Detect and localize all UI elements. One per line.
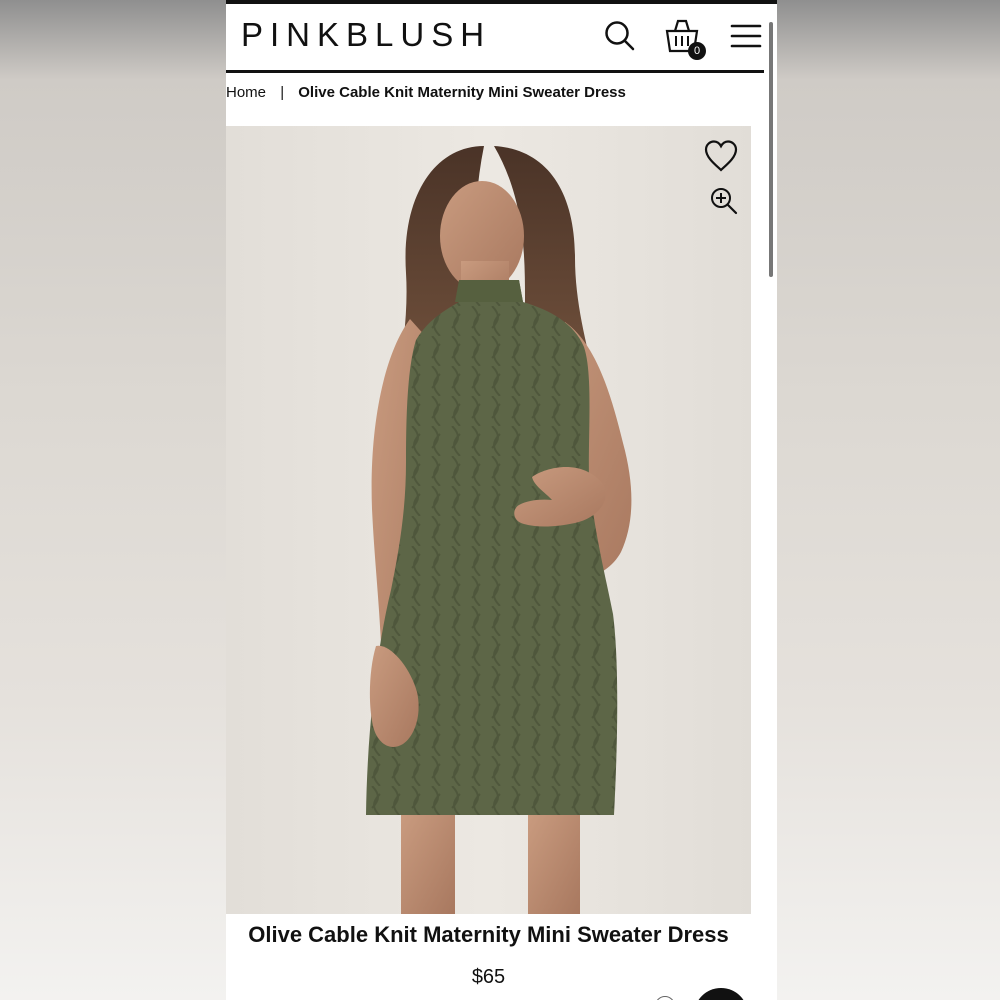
- zoom-in-icon[interactable]: [709, 186, 739, 216]
- brand-logo[interactable]: PINKBLUSH: [241, 16, 491, 54]
- menu-icon[interactable]: [728, 18, 764, 54]
- site-header: PINKBLUSH 0: [226, 4, 764, 73]
- product-title: Olive Cable Knit Maternity Mini Sweater …: [248, 922, 729, 947]
- background-left: [0, 0, 226, 1000]
- breadcrumb-home[interactable]: Home: [226, 84, 266, 101]
- background-right: [777, 0, 1000, 1000]
- breadcrumb: Home | Olive Cable Knit Maternity Mini S…: [226, 84, 626, 101]
- chat-button[interactable]: [694, 988, 748, 1000]
- cart-count-badge: 0: [688, 42, 706, 60]
- breadcrumb-separator: |: [280, 84, 285, 101]
- scrollbar[interactable]: [769, 22, 773, 277]
- search-icon[interactable]: [602, 18, 638, 54]
- heart-icon[interactable]: [703, 139, 739, 173]
- product-photo[interactable]: [226, 126, 751, 914]
- small-circle-icon[interactable]: [655, 996, 675, 1000]
- breadcrumb-current: Olive Cable Knit Maternity Mini Sweater …: [298, 84, 626, 101]
- product-price: $65: [471, 966, 506, 988]
- mobile-page: PINKBLUSH 0 Home | Olive Cable Knit Mate…: [226, 0, 777, 1000]
